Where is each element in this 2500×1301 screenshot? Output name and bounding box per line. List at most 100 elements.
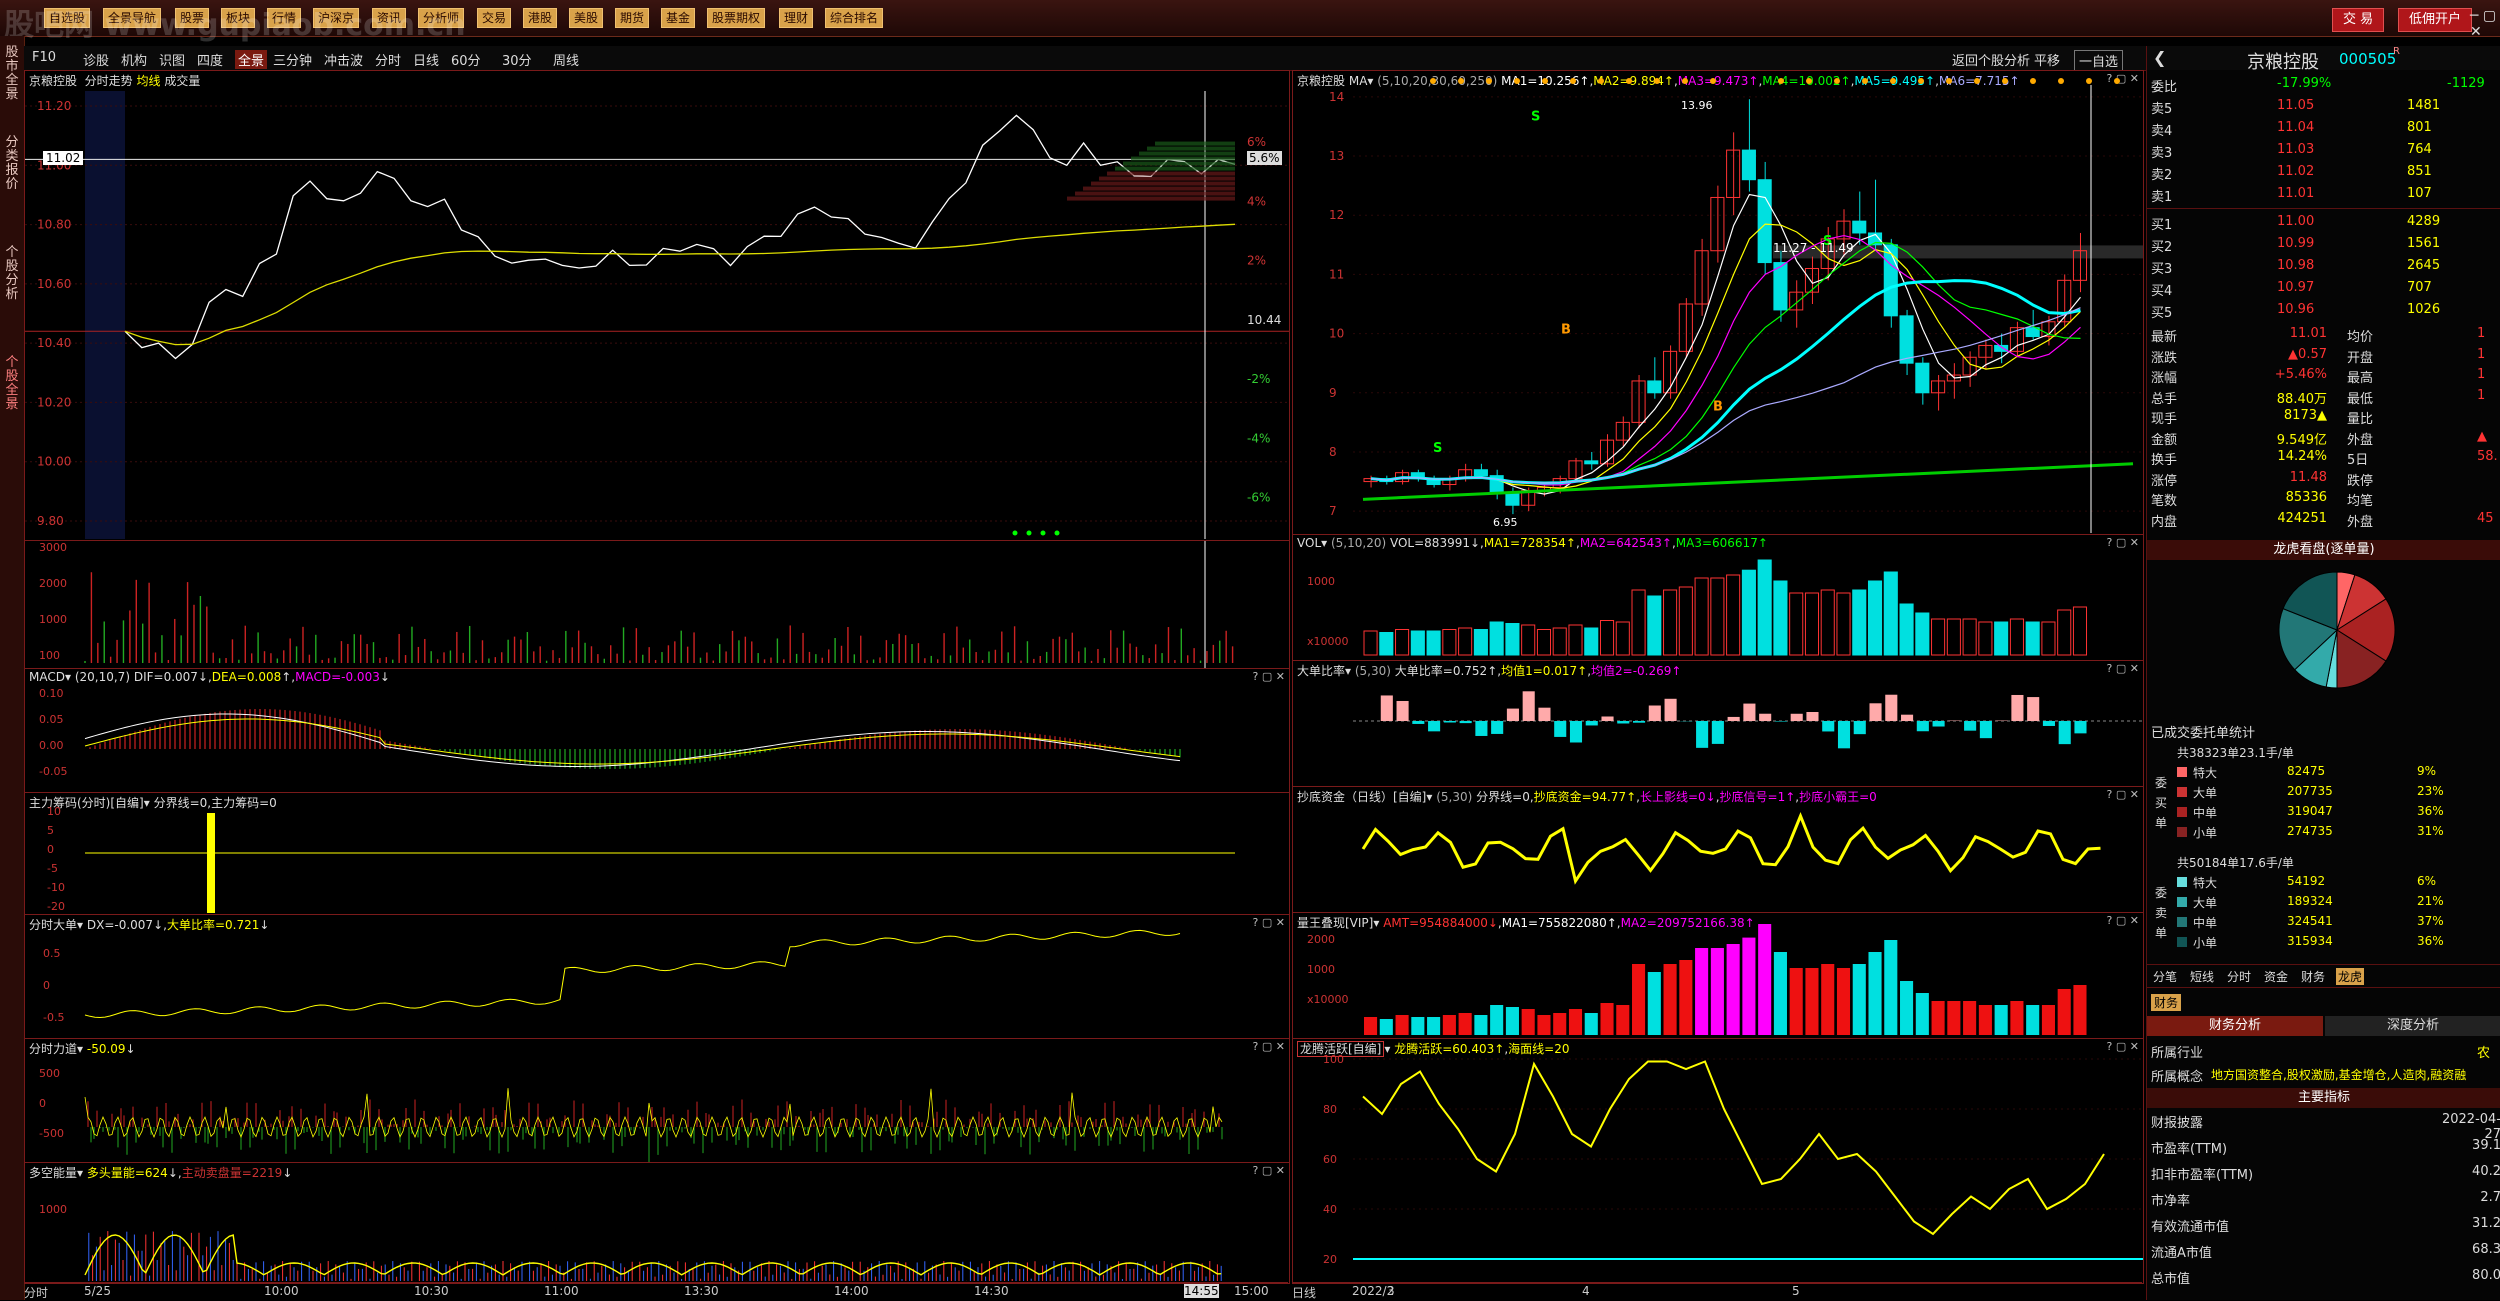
dvol-bar xyxy=(1664,590,1677,655)
toolbar-item-2[interactable]: 机构 xyxy=(121,50,147,69)
toolbar-item-11[interactable]: 30分 xyxy=(502,50,532,69)
fin-val-1: 39.1 xyxy=(2427,1138,2500,1153)
zhuli-y-label: -10 xyxy=(47,881,65,894)
vtab-stock-overview[interactable]: 个股全景 xyxy=(2,356,22,412)
longteng-panel: 龙腾活跃[自编]▾ 龙腾活跃=60.403↑,海面线=20 ? ▢ ✕ 1008… xyxy=(1292,1038,2144,1284)
quote-tab-2[interactable]: 分时 xyxy=(2225,968,2253,985)
vtab-market-overview[interactable]: 股市全景 xyxy=(2,46,22,102)
candle-body xyxy=(1853,221,1866,233)
vtab-category-quote[interactable]: 分类报价 xyxy=(2,136,22,192)
event-marker xyxy=(1682,78,1688,84)
menu-item-13[interactable]: 股票期权 xyxy=(707,8,765,28)
lw-bar xyxy=(1569,1009,1582,1035)
sell-label-0: 卖5 xyxy=(2151,98,2172,117)
event-marker xyxy=(1626,78,1632,84)
menu-item-9[interactable]: 港股 xyxy=(523,8,557,28)
menu-item-12[interactable]: 基金 xyxy=(661,8,695,28)
candle-body xyxy=(1569,461,1582,479)
menu-item-10[interactable]: 美股 xyxy=(569,8,603,28)
event-marker xyxy=(1654,78,1660,84)
event-marker xyxy=(1486,78,1492,84)
flat-button[interactable]: 平移 xyxy=(2034,50,2060,69)
buy-label-2: 买3 xyxy=(2151,258,2172,277)
big-y-label: 0.5 xyxy=(43,947,61,960)
toolbar-item-5[interactable]: 全景 xyxy=(235,50,267,69)
watchlist-select[interactable]: 一自选 xyxy=(2074,50,2123,71)
back-to-analysis-button[interactable]: 返回个股分析 xyxy=(1952,50,2030,69)
stat-key2-3: 最低 xyxy=(2347,388,2373,407)
dvol-bar xyxy=(2010,619,2023,655)
sell-price-3: 11.02 xyxy=(2277,164,2314,179)
lw-bar xyxy=(1742,938,1755,1035)
ratio-bar xyxy=(1428,721,1440,731)
ratio-bar xyxy=(1712,721,1724,744)
dvol-bar xyxy=(1711,578,1724,655)
toolbar-item-1[interactable]: 诊股 xyxy=(83,50,109,69)
intraday-chart[interactable]: 11.2011.0010.8010.6010.4010.2010.009.806… xyxy=(25,71,1289,541)
window-controls[interactable]: ─ ▢ ✕ xyxy=(2470,8,2500,40)
price-band-label: 11.27 - 11.49 xyxy=(1773,241,1854,255)
quote-tab-4[interactable]: 财务 xyxy=(2299,968,2327,985)
zhuli-chart: 1050-5-10-20 xyxy=(25,793,1289,915)
tab-fin-analysis[interactable]: 财务分析 xyxy=(2147,1016,2323,1036)
toolbar-item-9[interactable]: 日线 xyxy=(413,50,439,69)
trade-button[interactable]: 交 易 xyxy=(2332,8,2384,32)
daily-y-label: 7 xyxy=(1329,504,1337,518)
lw-bar xyxy=(1380,1019,1393,1035)
ratio-bar xyxy=(1696,721,1708,748)
ratio-bar xyxy=(1869,703,1881,721)
event-marker xyxy=(2114,78,2120,84)
toolbar-item-6[interactable]: 三分钟 xyxy=(273,50,312,69)
open-account-button[interactable]: 低佣开户 xyxy=(2398,8,2472,32)
lw-bar xyxy=(1664,964,1677,1035)
lw-bar xyxy=(2073,985,2086,1035)
toolbar-item-8[interactable]: 分时 xyxy=(375,50,401,69)
toolbar-item-10[interactable]: 60分 xyxy=(451,50,481,69)
toolbar-item-4[interactable]: 四度 xyxy=(197,50,223,69)
caiwu-tag[interactable]: 财务 xyxy=(2151,994,2181,1011)
lw-bar xyxy=(1648,972,1661,1035)
lt-y-label: 80 xyxy=(1323,1103,1337,1116)
dvol-bar xyxy=(1569,625,1582,655)
back-arrow-icon[interactable]: ❮ xyxy=(2153,48,2166,67)
buy-vol-1: 1561 xyxy=(2407,236,2440,251)
chaodi-chart xyxy=(1293,787,2143,913)
y-label: 10.80 xyxy=(37,218,71,232)
quote-tab-5[interactable]: 龙虎 xyxy=(2336,968,2364,985)
macd-y-label: -0.05 xyxy=(39,765,67,778)
high-label: 13.96 xyxy=(1681,99,1713,112)
vtab-stock-analysis[interactable]: 个股分析 xyxy=(2,246,22,302)
toolbar-item-3[interactable]: 识图 xyxy=(159,50,185,69)
top-menu-bar: 自选股全景导航股票板块行情沪深京资讯分析师交易港股美股期货基金股票期权理财综合排… xyxy=(0,0,2500,37)
menu-item-15[interactable]: 综合排名 xyxy=(825,8,883,28)
pct-label: 4% xyxy=(1247,194,1266,208)
candle-body xyxy=(1758,180,1771,263)
lw-bar xyxy=(1821,964,1834,1035)
toolbar-item-12[interactable]: 周线 xyxy=(553,50,579,69)
stat-key2-4: 量比 xyxy=(2347,408,2373,427)
quote-tab-1[interactable]: 短线 xyxy=(2188,968,2216,985)
event-marker xyxy=(1570,78,1576,84)
event-marker xyxy=(2086,78,2092,84)
daily-kline-chart[interactable]: 1413121110987SSSBB xyxy=(1293,71,2143,535)
tab-deep-analysis[interactable]: 深度分析 xyxy=(2325,1016,2500,1036)
buy-label-0: 买1 xyxy=(2151,214,2172,233)
lw-bar xyxy=(1522,1009,1535,1035)
ma-line xyxy=(1371,243,2081,484)
menu-item-11[interactable]: 期货 xyxy=(615,8,649,28)
menu-item-8[interactable]: 交易 xyxy=(477,8,511,28)
quote-tab-0[interactable]: 分笔 xyxy=(2151,968,2179,985)
stat-key-3: 总手 xyxy=(2151,388,2177,407)
intraday-time-axis: 分时5/2510:0010:3011:0013:3014:0014:3014:5… xyxy=(24,1282,1288,1301)
big-order-chart: 0.50-0.5 xyxy=(25,915,1289,1039)
daily-x-label-2: 3 xyxy=(1387,1284,1395,1298)
stat-val-6: 14.24% xyxy=(2247,449,2327,464)
quote-tab-3[interactable]: 资金 xyxy=(2262,968,2290,985)
toolbar-item-0[interactable]: F10 xyxy=(32,50,56,65)
menu-item-14[interactable]: 理财 xyxy=(779,8,813,28)
toolbar-item-7[interactable]: 冲击波 xyxy=(324,50,363,69)
ratio-bar xyxy=(1822,721,1834,731)
ratio-bar xyxy=(1381,695,1393,721)
lw-bar xyxy=(1963,1001,1976,1035)
force-y-label: -500 xyxy=(39,1127,64,1140)
